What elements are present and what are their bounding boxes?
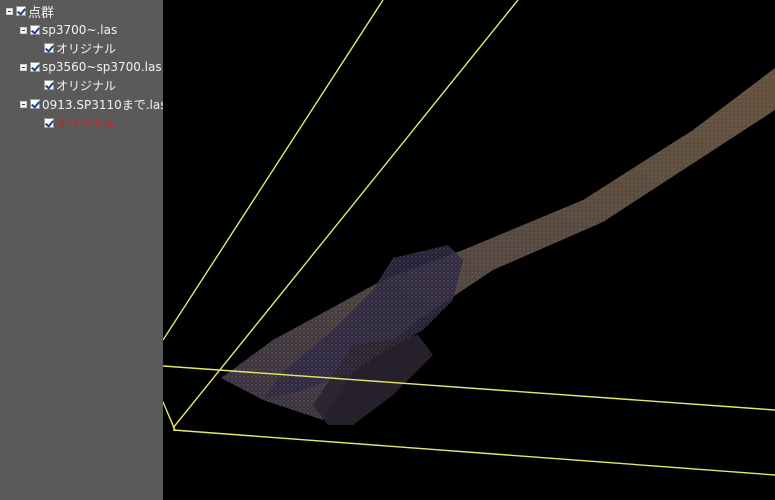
tree-node-original-1[interactable]: オリジナル	[44, 39, 116, 57]
tree-node-label: 点群	[28, 5, 55, 21]
checkbox-file-3[interactable]	[30, 99, 40, 109]
bounding-box	[163, 0, 775, 476]
tree-node-file-1[interactable]: sp3700~.las	[20, 21, 117, 39]
tree-node-label: sp3560~sp3700.las	[42, 60, 162, 74]
tree-node-point-cloud[interactable]: 点群	[6, 2, 55, 21]
tree-node-original-2[interactable]: オリジナル	[44, 76, 116, 94]
tree-node-label: オリジナル	[56, 78, 117, 93]
3d-viewport[interactable]	[163, 0, 775, 500]
collapse-icon[interactable]	[20, 26, 27, 34]
layer-tree-panel: 点群 sp3700~.las オリジナル sp3560~sp3700.las オ…	[0, 0, 167, 500]
checkbox-file-1[interactable]	[30, 25, 40, 35]
checkbox-point-cloud[interactable]	[16, 6, 26, 16]
point-cloud-render[interactable]	[163, 0, 775, 500]
tree-node-label: オリジナル	[56, 116, 117, 131]
checkbox-original-1[interactable]	[44, 43, 54, 53]
checkbox-original-3[interactable]	[44, 118, 54, 128]
collapse-icon[interactable]	[20, 100, 27, 108]
collapse-icon[interactable]	[20, 63, 27, 71]
tree-node-original-3[interactable]: オリジナル	[44, 114, 116, 132]
tree-node-file-3[interactable]: 0913.SP3110まで.las	[20, 95, 167, 113]
checkbox-original-2[interactable]	[44, 80, 54, 90]
checkbox-file-2[interactable]	[30, 62, 40, 72]
tree-node-label: sp3700~.las	[42, 23, 118, 37]
tree-node-label: 0913.SP3110まで.las	[42, 97, 167, 112]
collapse-icon[interactable]	[6, 7, 13, 15]
tree-node-file-2[interactable]: sp3560~sp3700.las	[20, 58, 162, 76]
tree-node-label: オリジナル	[56, 41, 117, 56]
